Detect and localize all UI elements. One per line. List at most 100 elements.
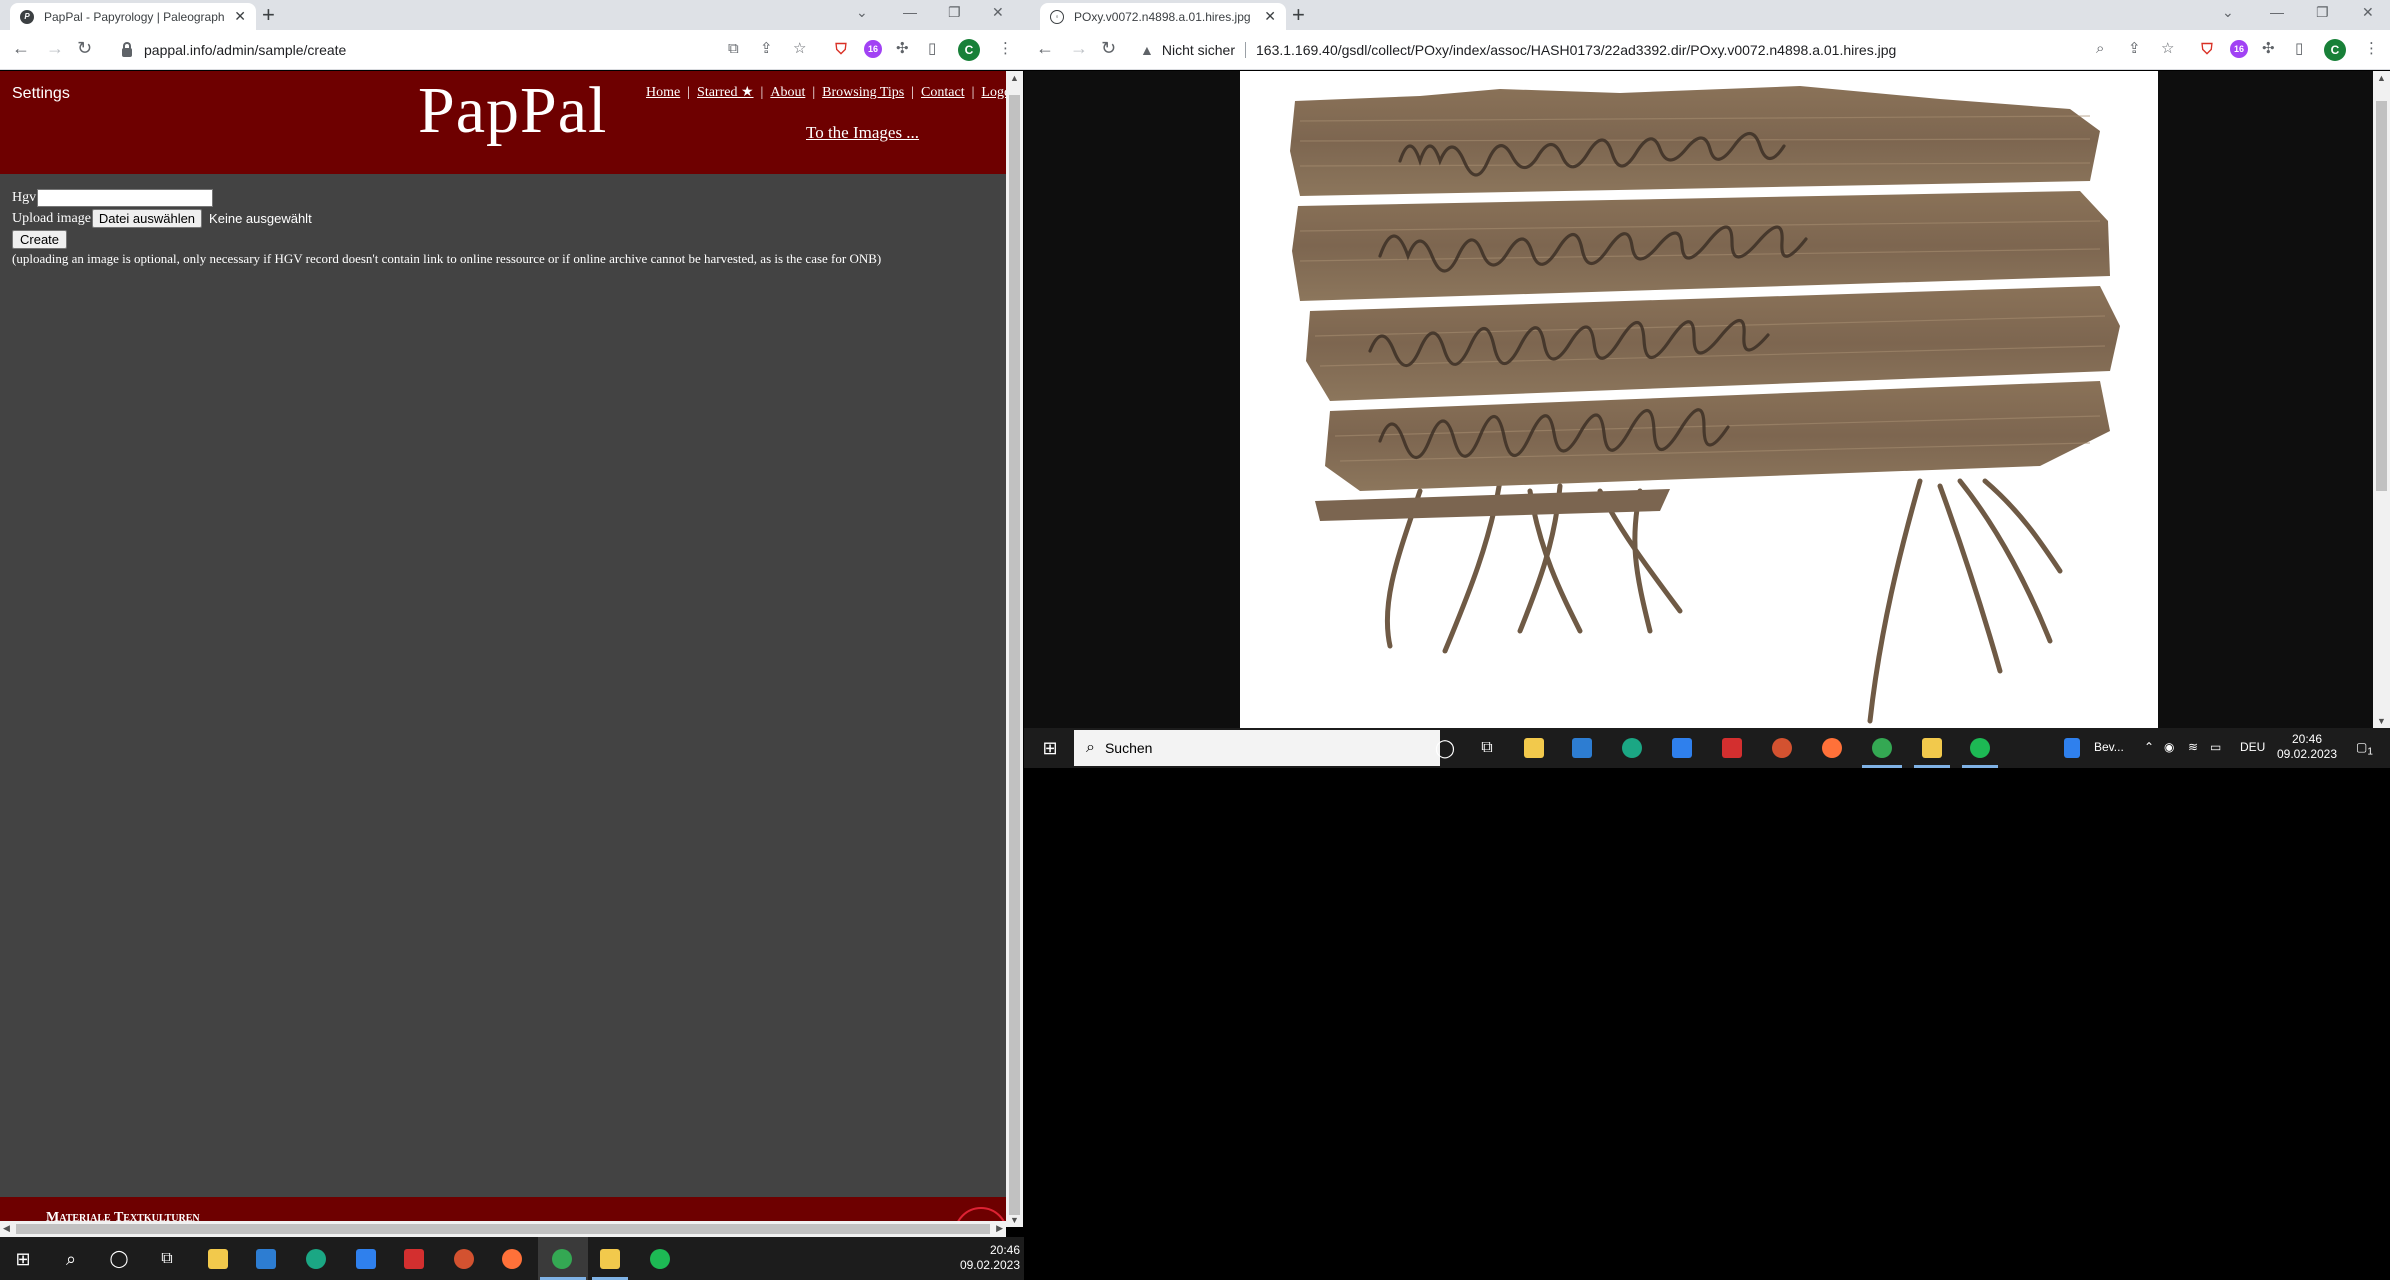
menu-kebab-icon[interactable]: ⋮ [998, 40, 1013, 58]
acrobat-icon[interactable] [1722, 738, 1742, 758]
choose-file-button[interactable]: Datei auswählen [91, 209, 203, 228]
chrome-icon[interactable] [552, 1249, 572, 1269]
profile-avatar[interactable]: C [2324, 39, 2346, 61]
extensions-puzzle-icon[interactable]: ✣ [896, 40, 909, 58]
scrollbar-thumb[interactable] [16, 1224, 990, 1234]
notification-icon[interactable]: ▢1 [2356, 740, 2373, 759]
minimize-icon[interactable]: — [903, 4, 917, 20]
create-button[interactable]: Create [12, 230, 68, 249]
close-tab-icon[interactable]: ✕ [1264, 8, 1276, 25]
pappal-logo[interactable]: PapPal [418, 73, 607, 149]
forward-icon[interactable]: → [46, 39, 64, 57]
edge-icon[interactable] [306, 1249, 326, 1269]
hgv-input[interactable] [37, 189, 214, 207]
firefox-icon[interactable] [1822, 738, 1842, 758]
powerpoint-icon[interactable] [1772, 738, 1792, 758]
wifi-icon[interactable]: ≋ [2188, 740, 2198, 755]
profile-avatar[interactable]: C [958, 39, 980, 61]
share-icon[interactable]: ⇪ [760, 40, 773, 58]
address-bar[interactable]: ▲ Nicht sicher 163.1.169.40/gsdl/collect… [1140, 34, 1896, 66]
spotify-icon[interactable] [1970, 738, 1990, 758]
taskbar-search[interactable]: ⌕ Suchen [1074, 730, 1440, 766]
menu-kebab-icon[interactable]: ⋮ [2364, 40, 2379, 58]
close-window-icon[interactable]: ✕ [992, 4, 1004, 21]
scrollbar-thumb[interactable] [1009, 95, 1020, 1215]
mail-icon[interactable] [1672, 738, 1692, 758]
notes-app-icon[interactable] [600, 1249, 620, 1269]
to-the-images-link[interactable]: To the Images ... [806, 123, 919, 143]
store-icon[interactable] [256, 1249, 276, 1269]
tray-chevron-icon[interactable]: ⌃ [2144, 740, 2154, 755]
viewer-scrollbar[interactable]: ▲ ▼ [2373, 71, 2390, 728]
restore-icon[interactable]: ❐ [2316, 4, 2329, 21]
vertical-scrollbar[interactable]: ▲ ▼ [1006, 71, 1023, 1227]
side-panel-icon[interactable]: ▯ [2295, 40, 2303, 58]
scroll-left-icon[interactable]: ◀ [3, 1223, 10, 1234]
powerpoint-icon[interactable] [454, 1249, 474, 1269]
bookmark-star-icon[interactable]: ☆ [793, 40, 806, 58]
security-status[interactable]: Nicht sicher [1162, 42, 1235, 58]
tab-search-icon[interactable]: ⌄ [856, 4, 868, 21]
zoom-icon[interactable]: ⌕ [2096, 40, 2104, 58]
battery-icon[interactable]: ▭ [2210, 740, 2221, 755]
edge-icon[interactable] [1622, 738, 1642, 758]
translate-icon[interactable]: ⧉ [728, 40, 739, 58]
new-tab-icon[interactable]: + [1292, 4, 1305, 26]
windows-start-icon[interactable]: ⊞ [12, 1248, 34, 1270]
scroll-up-icon[interactable]: ▲ [1010, 73, 1019, 83]
scrollbar-thumb[interactable] [2376, 101, 2387, 491]
reload-icon[interactable]: ↻ [1101, 39, 1116, 57]
settings-link[interactable]: Settings [12, 85, 70, 103]
extensions-puzzle-icon[interactable]: ✣ [2262, 40, 2275, 58]
search-icon[interactable]: ⌕ [60, 1248, 82, 1270]
restore-icon[interactable]: ❐ [948, 4, 961, 21]
spotify-icon[interactable] [650, 1249, 670, 1269]
share-icon[interactable]: ⇪ [2128, 40, 2141, 58]
cortana-icon[interactable]: ◯ [108, 1248, 130, 1270]
side-panel-icon[interactable]: ▯ [928, 40, 936, 58]
tab-search-icon[interactable]: ⌄ [2222, 4, 2234, 21]
notes-app-icon[interactable] [1922, 738, 1942, 758]
new-tab-icon[interactable]: + [262, 4, 275, 26]
file-explorer-icon[interactable] [208, 1249, 228, 1269]
acrobat-icon[interactable] [404, 1249, 424, 1269]
bev-app-label[interactable]: Bev... [2094, 740, 2124, 755]
bookmark-star-icon[interactable]: ☆ [2161, 40, 2174, 58]
scroll-down-icon[interactable]: ▼ [2377, 716, 2386, 726]
language-indicator[interactable]: DEU [2240, 740, 2265, 755]
nav-home[interactable]: Home [646, 85, 680, 100]
forward-icon[interactable]: → [1070, 39, 1088, 57]
scroll-right-icon[interactable]: ▶ [996, 1223, 1003, 1234]
nav-starred[interactable]: Starred ★ [697, 85, 753, 100]
clock[interactable]: 20:46 09.02.2023 [2272, 732, 2342, 762]
horizontal-scrollbar[interactable]: ◀ ▶ [0, 1221, 1006, 1237]
task-view-icon[interactable]: ⧉ [1476, 737, 1498, 759]
nav-about[interactable]: About [770, 85, 805, 100]
reload-icon[interactable]: ↻ [77, 39, 92, 57]
close-window-icon[interactable]: ✕ [2362, 4, 2374, 21]
extension-16-icon[interactable]: 16 [864, 40, 882, 58]
tab-image[interactable]: ◦ POxy.v0072.n4898.a.01.hires.jpg ✕ [1040, 3, 1286, 30]
scroll-down-icon[interactable]: ▼ [1010, 1215, 1019, 1225]
cortana-icon[interactable]: ◯ [1434, 737, 1456, 759]
network-icon[interactable]: ◉ [2164, 740, 2174, 755]
address-bar[interactable]: pappal.info/admin/sample/create [122, 34, 346, 66]
store-icon[interactable] [1572, 738, 1592, 758]
back-icon[interactable]: ← [1036, 39, 1054, 57]
mail-icon[interactable] [356, 1249, 376, 1269]
nav-browsing-tips[interactable]: Browsing Tips [822, 85, 904, 100]
task-view-icon[interactable]: ⧉ [156, 1248, 178, 1270]
document-icon[interactable] [2064, 738, 2080, 758]
back-icon[interactable]: ← [12, 39, 30, 57]
chrome-icon[interactable] [1872, 738, 1892, 758]
nav-contact[interactable]: Contact [921, 85, 965, 100]
clock[interactable]: 20:46 09.02.2023 [950, 1243, 1020, 1273]
scroll-up-icon[interactable]: ▲ [2377, 73, 2386, 83]
extension-shield-icon[interactable]: ⛉ [832, 40, 850, 58]
firefox-icon[interactable] [502, 1249, 522, 1269]
extension-shield-icon[interactable]: ⛉ [2198, 40, 2216, 58]
file-explorer-icon[interactable] [1524, 738, 1544, 758]
windows-start-icon[interactable]: ⊞ [1040, 738, 1060, 758]
minimize-icon[interactable]: — [2270, 4, 2284, 20]
extension-16-icon[interactable]: 16 [2230, 40, 2248, 58]
